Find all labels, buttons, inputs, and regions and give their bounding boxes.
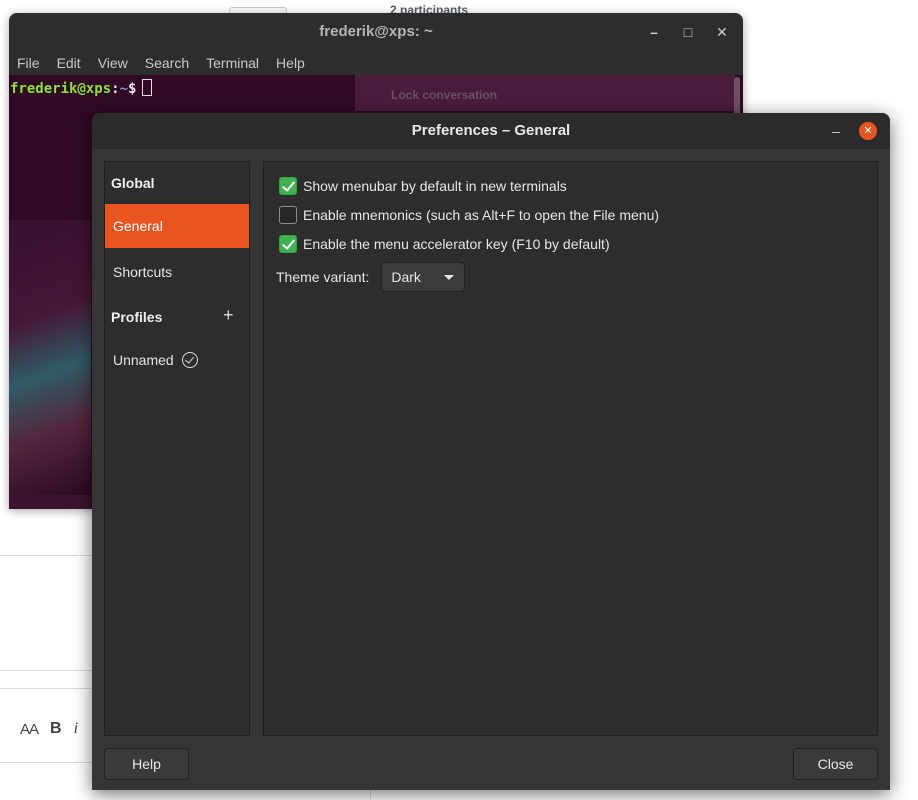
theme-variant-value: Dark: [391, 269, 421, 285]
menu-view[interactable]: View: [98, 55, 128, 71]
checkbox-menu-accelerator[interactable]: [279, 235, 297, 253]
sidebar-header-profiles: Profiles: [111, 309, 163, 325]
menu-terminal[interactable]: Terminal: [206, 55, 259, 71]
option-label: Enable mnemonics (such as Alt+F to open …: [303, 207, 660, 223]
lock-conversation-text: Lock conversation: [391, 88, 498, 102]
preferences-titlebar[interactable]: Preferences – General – ✕: [92, 113, 890, 149]
add-profile-icon[interactable]: +: [223, 306, 234, 324]
background-image: [9, 220, 91, 495]
close-icon[interactable]: ✕: [712, 22, 732, 42]
background-panel: [9, 495, 91, 509]
terminal-title: frederik@xps: ~: [319, 23, 433, 40]
prompt-user: frederik@xps: [10, 81, 112, 97]
divider: [0, 762, 92, 763]
sidebar-item-label: Unnamed: [113, 352, 174, 368]
option-enable-mnemonics[interactable]: Enable mnemonics (such as Alt+F to open …: [279, 206, 659, 224]
text-size-icon[interactable]: AA: [20, 721, 39, 738]
terminal-menubar: File Edit View Search Terminal Help: [9, 51, 743, 75]
theme-variant-dropdown[interactable]: Dark: [381, 262, 466, 292]
option-menu-accelerator[interactable]: Enable the menu accelerator key (F10 by …: [279, 235, 610, 253]
text-cursor: [142, 79, 153, 96]
italic-icon[interactable]: i: [74, 720, 78, 738]
preferences-dialog: Preferences – General – ✕ Global General…: [92, 113, 890, 790]
minimize-icon[interactable]: –: [826, 121, 846, 141]
divider: [0, 555, 92, 556]
help-button[interactable]: Help: [104, 748, 189, 780]
divider: [0, 688, 92, 689]
sidebar-item-general[interactable]: General: [105, 204, 249, 248]
terminal-scrollbar[interactable]: [734, 77, 740, 117]
menu-search[interactable]: Search: [145, 55, 189, 71]
option-show-menubar[interactable]: Show menubar by default in new terminals: [279, 177, 567, 195]
shell-prompt: frederik@xps:~$: [10, 79, 153, 97]
sidebar-item-shortcuts[interactable]: Shortcuts: [105, 250, 249, 294]
theme-variant-row: Theme variant: Dark: [276, 262, 466, 292]
checkbox-show-menubar[interactable]: [279, 177, 297, 195]
editor-toolbar: AA B i: [0, 712, 78, 746]
dialog-title: Preferences – General: [411, 122, 571, 139]
preferences-sidebar: Global General Shortcuts Profiles + Unna…: [104, 161, 250, 736]
chevron-down-icon: [444, 275, 455, 280]
sidebar-header-global: Global: [111, 175, 155, 191]
prompt-symbol: $: [128, 81, 137, 97]
general-settings-panel: Show menubar by default in new terminals…: [263, 161, 878, 736]
sidebar-item-label: Shortcuts: [113, 264, 173, 280]
default-profile-check-icon: [181, 352, 198, 368]
close-icon[interactable]: ✕: [859, 122, 877, 140]
minimize-icon[interactable]: –: [644, 22, 664, 42]
prompt-separator: :: [111, 81, 120, 97]
maximize-icon[interactable]: □: [678, 22, 698, 42]
bold-icon[interactable]: B: [50, 720, 62, 738]
divider: [0, 670, 92, 671]
theme-variant-label: Theme variant:: [276, 269, 370, 285]
close-button[interactable]: Close: [793, 748, 878, 780]
terminal-titlebar[interactable]: frederik@xps: ~ – □ ✕: [9, 13, 743, 51]
sidebar-item-profile-unnamed[interactable]: Unnamed: [105, 338, 249, 382]
checkbox-enable-mnemonics[interactable]: [279, 206, 297, 224]
option-label: Enable the menu accelerator key (F10 by …: [303, 236, 610, 252]
menu-help[interactable]: Help: [276, 55, 305, 71]
menu-file[interactable]: File: [17, 55, 40, 71]
menu-edit[interactable]: Edit: [57, 55, 81, 71]
sidebar-item-label: General: [113, 218, 163, 234]
option-label: Show menubar by default in new terminals: [303, 178, 567, 194]
prompt-path: ~: [119, 81, 129, 97]
